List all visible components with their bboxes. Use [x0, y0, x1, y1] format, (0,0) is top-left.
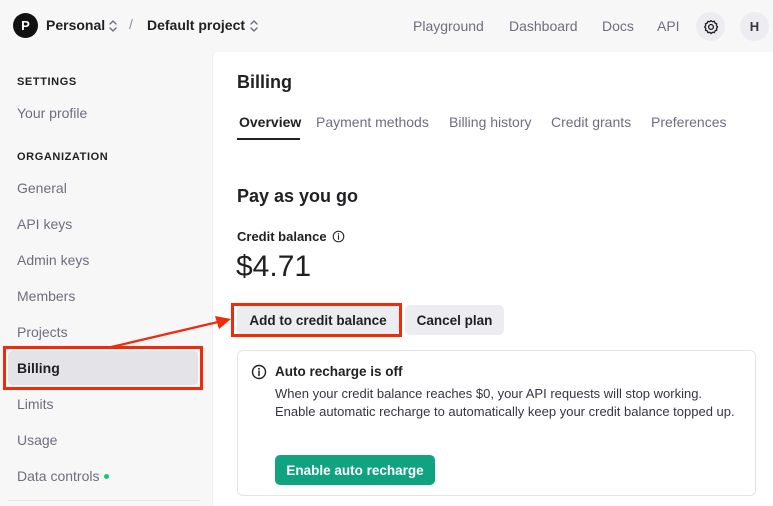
- sidebar-item-usage[interactable]: Usage: [17, 432, 57, 448]
- nav-api[interactable]: API: [657, 18, 680, 34]
- sidebar-item-general[interactable]: General: [17, 180, 67, 196]
- nav-dashboard[interactable]: Dashboard: [509, 18, 578, 34]
- sidebar-item-billing[interactable]: Billing: [8, 351, 198, 385]
- org-switcher[interactable]: Personal: [46, 17, 105, 33]
- credit-balance-value: $4.71: [236, 250, 312, 283]
- sidebar-item-label: Data controls: [17, 468, 100, 484]
- sidebar-item-label: Billing: [17, 360, 60, 376]
- sidebar-item-admin-keys[interactable]: Admin keys: [17, 252, 89, 268]
- sidebar-heading-settings: SETTINGS: [17, 76, 77, 88]
- sidebar-item-your-profile[interactable]: Your profile: [17, 105, 87, 121]
- chevron-up-down-icon[interactable]: [249, 19, 259, 33]
- enable-auto-recharge-button[interactable]: Enable auto recharge: [275, 455, 435, 485]
- breadcrumb-separator: /: [129, 16, 133, 32]
- chevron-up-down-icon[interactable]: [108, 19, 118, 33]
- sidebar-item-projects[interactable]: Projects: [17, 324, 68, 340]
- credit-balance-label-text: Credit balance: [237, 229, 327, 244]
- page-title: Billing: [237, 72, 292, 92]
- active-tab-indicator: [237, 138, 300, 140]
- tab-preferences[interactable]: Preferences: [651, 114, 726, 130]
- main-panel: Billing Overview Payment methods Billing…: [212, 52, 773, 506]
- settings-button[interactable]: [696, 12, 725, 41]
- auto-recharge-notice: Auto recharge is off When your credit ba…: [237, 350, 756, 496]
- tab-bar: Overview Payment methods Billing history…: [237, 114, 773, 142]
- tab-billing-history[interactable]: Billing history: [449, 114, 531, 130]
- credit-balance-label: Credit balance: [237, 229, 345, 244]
- sidebar-heading-organization: ORGANIZATION: [17, 151, 109, 163]
- tab-overview[interactable]: Overview: [239, 114, 301, 130]
- tab-payment-methods[interactable]: Payment methods: [316, 114, 429, 130]
- sidebar-item-limits[interactable]: Limits: [17, 396, 54, 412]
- sidebar-item-members[interactable]: Members: [17, 288, 75, 304]
- user-avatar[interactable]: H: [740, 12, 769, 41]
- add-credit-balance-button[interactable]: Add to credit balance: [237, 305, 399, 335]
- cancel-plan-button[interactable]: Cancel plan: [405, 305, 504, 335]
- sidebar: SETTINGS Your profile ORGANIZATION Gener…: [0, 52, 212, 506]
- gear-icon: [703, 19, 718, 34]
- top-bar: P Personal / Default project Playground …: [0, 0, 773, 52]
- nav-docs[interactable]: Docs: [602, 18, 634, 34]
- section-title: Pay as you go: [237, 186, 359, 206]
- sidebar-item-api-keys[interactable]: API keys: [17, 216, 72, 232]
- tab-credit-grants[interactable]: Credit grants: [551, 114, 631, 130]
- nav-playground[interactable]: Playground: [413, 18, 484, 34]
- info-icon: [251, 364, 267, 380]
- sidebar-divider: [8, 500, 200, 501]
- status-dot: [104, 473, 110, 479]
- auto-recharge-description: When your credit balance reaches $0, you…: [275, 386, 735, 419]
- info-icon[interactable]: [332, 230, 345, 243]
- org-avatar[interactable]: P: [13, 13, 38, 38]
- project-switcher[interactable]: Default project: [147, 17, 245, 33]
- auto-recharge-title: Auto recharge is off: [275, 364, 403, 379]
- sidebar-item-data-controls[interactable]: Data controls: [17, 468, 110, 484]
